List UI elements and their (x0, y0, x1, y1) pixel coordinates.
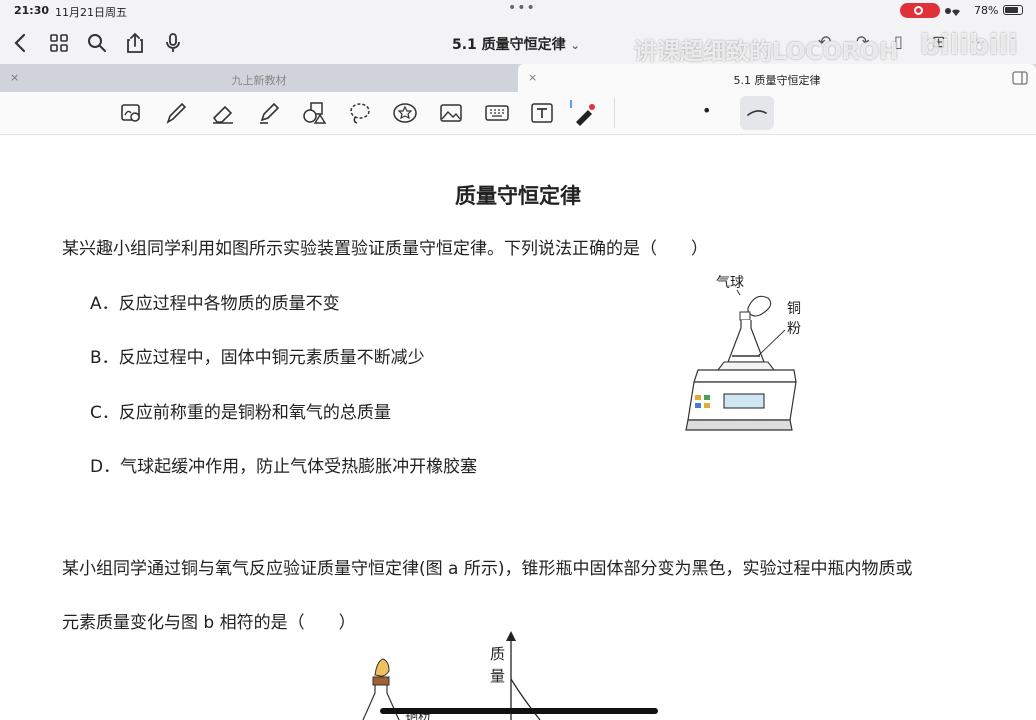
stroke-style-icon[interactable] (740, 96, 774, 130)
highlighter-icon[interactable] (254, 98, 284, 128)
question-2-stem-line1: 某小组同学通过铜与氧气反应验证质量守恒定律(图 a 所示)，锥形瓶中固体部分变为… (62, 559, 913, 579)
copper-label-2: 粉 (787, 321, 801, 337)
image-icon[interactable] (436, 98, 466, 128)
tab-label: 九上新教材 (231, 74, 287, 87)
title-chevron-down-icon: ⌄ (570, 39, 580, 52)
sticker-icon[interactable] (390, 98, 420, 128)
nav-bar: 5.1 质量守恒定律 ⌄ ↶ ↷ ▯ ⊞ ⋯ 讲课超细致的LOCOROH bil… (0, 22, 1036, 65)
option-b: B．反应过程中，固体中铜元素质量不断减少 (90, 348, 425, 368)
watermark-text: 讲课超细致的LOCOROH (634, 39, 899, 65)
share-icon[interactable] (122, 30, 148, 56)
tab-bar: × 九上新教材 × 5.1 质量守恒定律 (0, 64, 1036, 92)
figure-b-graph: 质 量 (490, 631, 541, 720)
text-box-icon[interactable] (527, 98, 557, 128)
question-2-stem-line2: 元素质量变化与图 b 相符的是（ ） (62, 613, 356, 633)
document-page: 质量守恒定律 某兴趣小组同学利用如图所示实验装置验证质量守恒定律。下列说法正确的… (0, 135, 1036, 720)
lasso-icon[interactable] (345, 98, 375, 128)
status-time: 21:30 (14, 4, 50, 17)
keyboard-icon[interactable] (482, 98, 512, 128)
balloon-label: 气球 (716, 275, 744, 291)
grid-icon[interactable] (46, 30, 72, 56)
search-icon[interactable] (84, 30, 110, 56)
pen-size-dot[interactable]: • (702, 101, 711, 120)
toolbar-divider (614, 98, 615, 128)
page-heading: 质量守恒定律 (455, 184, 581, 208)
signal-wifi-icon (945, 8, 960, 16)
drawing-toolbar: • (0, 92, 1036, 135)
lasso-zoom-icon[interactable] (116, 98, 146, 128)
battery-percent: 78% (974, 4, 999, 17)
tab-label: 5.1 质量守恒定律 (733, 74, 821, 87)
option-c: C．反应前称重的是铜粉和氧气的总质量 (90, 403, 391, 423)
laser-pointer-icon[interactable] (570, 98, 600, 128)
screen-record-icon[interactable] (900, 3, 940, 18)
back-icon[interactable] (8, 30, 34, 56)
sidebar-toggle-icon[interactable] (1012, 71, 1028, 85)
ink-stroke (380, 708, 658, 714)
graph-ylabel-1: 质 (490, 646, 505, 663)
eraser-icon[interactable] (208, 98, 238, 128)
document-title-text: 5.1 质量守恒定律 (452, 37, 566, 53)
document-title[interactable]: 5.1 质量守恒定律 ⌄ (452, 34, 580, 54)
graph-ylabel-2: 量 (490, 669, 505, 685)
balance-apparatus-figure: 气球 铜 粉 (685, 275, 801, 431)
tab-mass-conservation[interactable]: × 5.1 质量守恒定律 (518, 64, 1036, 92)
shapes-icon[interactable] (299, 98, 329, 128)
tab-textbook[interactable]: × 九上新教材 (0, 64, 518, 92)
status-date: 11月21日周五 (55, 6, 127, 19)
question-1-stem: 某兴趣小组同学利用如图所示实验装置验证质量守恒定律。下列说法正确的是（ ） (62, 239, 708, 259)
battery-icon (1003, 5, 1023, 15)
status-bar: 21:30 11月21日周五 ••• 78% (0, 0, 1036, 22)
bilibili-watermark-logo: bilibili (920, 28, 1018, 61)
microphone-icon[interactable] (160, 30, 186, 56)
option-a: A．反应过程中各物质的质量不变 (90, 294, 340, 314)
pen-icon[interactable] (161, 98, 191, 128)
copper-label-1: 铜 (787, 301, 801, 317)
multitasking-dots-icon[interactable]: ••• (508, 0, 536, 16)
option-d: D．气球起缓冲作用，防止气体受热膨胀冲开橡胶塞 (90, 457, 478, 477)
